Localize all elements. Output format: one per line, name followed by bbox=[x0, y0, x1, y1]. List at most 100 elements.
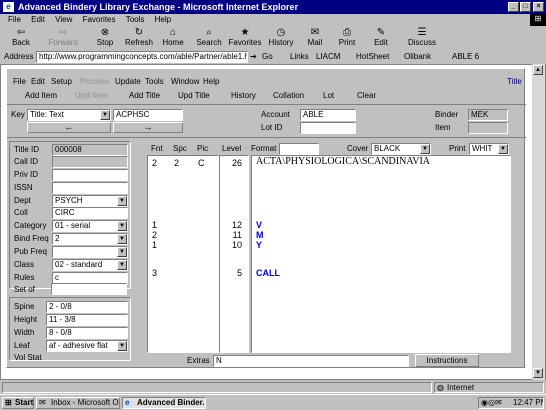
history-command-button[interactable]: History bbox=[231, 91, 256, 100]
vertical-scrollbar[interactable]: ▲ ▼ bbox=[532, 64, 545, 380]
add-title-button[interactable]: Add Title bbox=[129, 91, 160, 100]
height-field[interactable]: 11 - 3/8 bbox=[46, 314, 128, 326]
previous-button[interactable]: ← bbox=[27, 122, 111, 133]
set-of-field[interactable] bbox=[51, 283, 127, 295]
scroll-up-icon[interactable]: ▲ bbox=[533, 65, 543, 75]
chevron-down-icon[interactable]: ▼ bbox=[117, 234, 127, 244]
ie-menu-view[interactable]: View bbox=[55, 15, 72, 24]
edit-button[interactable]: ✎ Edit bbox=[364, 27, 398, 47]
link-hotsheet[interactable]: HotSheet bbox=[356, 50, 389, 64]
mail-icon: ✉ bbox=[310, 27, 320, 38]
extras-field[interactable]: N bbox=[213, 355, 409, 367]
class-select[interactable]: 02 - standard ▼ bbox=[52, 259, 128, 271]
dept-select[interactable]: PSYCH ▼ bbox=[52, 195, 128, 207]
instructions-button[interactable]: Instructions bbox=[415, 354, 479, 367]
history-button[interactable]: ◷ History bbox=[264, 27, 298, 47]
upd-title-button[interactable]: Upd Title bbox=[178, 91, 210, 100]
back-button[interactable]: ⇦ Back bbox=[4, 27, 38, 47]
ie-menu-help[interactable]: Help bbox=[155, 15, 171, 24]
priv-id-field[interactable] bbox=[52, 169, 128, 181]
discuss-button[interactable]: ☰ Discuss bbox=[404, 27, 440, 47]
print-select[interactable]: WHIT ▼ bbox=[469, 143, 509, 155]
issn-field[interactable] bbox=[52, 182, 128, 194]
internet-globe-icon: ◍ bbox=[437, 383, 444, 392]
chevron-down-icon[interactable]: ▼ bbox=[117, 196, 127, 206]
leaf-select[interactable]: af - adhesive flat ▼ bbox=[46, 340, 128, 352]
history-icon: ◷ bbox=[276, 27, 286, 38]
upd-item-button[interactable]: Upd Item bbox=[75, 91, 107, 100]
go-button[interactable]: Go bbox=[262, 50, 273, 64]
app-menu-file[interactable]: File bbox=[13, 77, 26, 86]
app-menu-tools[interactable]: Tools bbox=[145, 77, 164, 86]
link-olibank[interactable]: Olibank bbox=[404, 50, 431, 64]
add-item-button[interactable]: Add Item bbox=[25, 91, 57, 100]
link-able6[interactable]: ABLE 6 bbox=[452, 50, 479, 64]
scroll-down-icon[interactable]: ▼ bbox=[533, 368, 543, 378]
key-search-input[interactable]: ACPHSC bbox=[113, 109, 183, 121]
next-button[interactable]: → bbox=[113, 122, 183, 133]
taskbar-outlook[interactable]: ✉Inbox - Microsoft Out... bbox=[36, 397, 120, 409]
category-select[interactable]: 01 - serial ▼ bbox=[52, 220, 128, 232]
home-button[interactable]: ⌂ Home bbox=[156, 27, 190, 47]
app-menu-help[interactable]: Help bbox=[203, 77, 219, 86]
start-button[interactable]: ⊞ Start bbox=[2, 397, 34, 409]
grid-row: 2 bbox=[152, 230, 158, 240]
chevron-down-icon[interactable]: ▼ bbox=[117, 260, 127, 270]
item-label: Item bbox=[435, 123, 451, 132]
chevron-down-icon[interactable]: ▼ bbox=[100, 110, 110, 120]
ie-menu-tools[interactable]: Tools bbox=[126, 15, 145, 24]
address-input[interactable]: http://www.programmingconcepts.com/able/… bbox=[36, 51, 248, 63]
cover-select[interactable]: BLACK ▼ bbox=[371, 143, 431, 155]
spine-field[interactable]: 2 - 0/8 bbox=[46, 301, 128, 313]
mail-button[interactable]: ✉ Mail bbox=[298, 27, 332, 47]
minimize-button[interactable]: _ bbox=[508, 2, 519, 12]
title-id-label: Title ID bbox=[14, 145, 40, 154]
chevron-down-icon[interactable]: ▼ bbox=[117, 221, 127, 231]
refresh-button[interactable]: ↻ Refresh bbox=[122, 27, 156, 47]
chevron-down-icon[interactable]: ▼ bbox=[420, 144, 430, 154]
app-menu-window[interactable]: Window bbox=[171, 77, 199, 86]
clear-button[interactable]: Clear bbox=[357, 91, 376, 100]
able-app: File Edit Setup Process Update Tools Win… bbox=[6, 68, 526, 368]
fnt-spc-pic-column[interactable]: 2 2 C 1 2 1 3 bbox=[147, 155, 219, 353]
app-menu-update[interactable]: Update bbox=[115, 77, 141, 86]
chevron-down-icon[interactable]: ▼ bbox=[117, 341, 127, 351]
print-button[interactable]: ⎙ Print bbox=[330, 27, 364, 47]
app-menu-edit[interactable]: Edit bbox=[31, 77, 45, 86]
close-button[interactable]: × bbox=[533, 2, 544, 12]
chevron-down-icon[interactable]: ▼ bbox=[498, 144, 508, 154]
app-menu-setup[interactable]: Setup bbox=[51, 77, 72, 86]
lot-button[interactable]: Lot bbox=[323, 91, 334, 100]
ie-menu-edit[interactable]: Edit bbox=[31, 15, 45, 24]
coll-field[interactable]: CIRC bbox=[52, 207, 128, 219]
title-text-editor[interactable]: ACTA\PHYSIOLOGICA\SCANDINAVIA V M Y CALL bbox=[251, 155, 511, 353]
search-button[interactable]: ⌕ Search bbox=[192, 27, 226, 47]
forward-button[interactable]: ⇨ Forward bbox=[46, 27, 80, 47]
address-label: Address bbox=[4, 52, 34, 61]
collation-button[interactable]: Collation bbox=[273, 91, 304, 100]
level-column[interactable]: 26 12 11 10 5 bbox=[219, 155, 249, 353]
title-text-line: V bbox=[256, 220, 263, 230]
width-field[interactable]: 8 - 0/8 bbox=[46, 327, 128, 339]
app-menu-process[interactable]: Process bbox=[80, 77, 109, 86]
tray-icons: ◉◎✉ bbox=[481, 398, 502, 407]
title-text-line: ACTA\PHYSIOLOGICA\SCANDINAVIA bbox=[256, 156, 431, 167]
taskbar-ie[interactable]: e Advanced Binder... bbox=[122, 397, 206, 409]
ie-menu-favorites[interactable]: Favorites bbox=[83, 15, 116, 24]
maximize-button[interactable]: □ bbox=[520, 2, 531, 12]
stop-button[interactable]: ⊗ Stop bbox=[88, 27, 122, 47]
format-field[interactable] bbox=[279, 143, 319, 155]
link-liacm[interactable]: LIACM bbox=[316, 50, 340, 64]
pub-freq-select[interactable]: ▼ bbox=[52, 246, 128, 258]
key-select[interactable]: Title: Text ▼ bbox=[27, 109, 111, 121]
bind-freq-select[interactable]: 2 ▼ bbox=[52, 233, 128, 245]
favorites-button[interactable]: ★ Favorites bbox=[226, 27, 264, 47]
ie-menu-file[interactable]: File bbox=[8, 15, 21, 24]
item-field bbox=[468, 122, 508, 134]
home-icon: ⌂ bbox=[169, 27, 177, 38]
leaf-label: Leaf bbox=[14, 341, 30, 350]
chevron-down-icon[interactable]: ▼ bbox=[117, 247, 127, 257]
lot-id-field[interactable] bbox=[300, 122, 356, 134]
account-field[interactable]: ABLE bbox=[300, 109, 356, 121]
go-arrow-icon[interactable]: ➔ bbox=[250, 50, 257, 64]
